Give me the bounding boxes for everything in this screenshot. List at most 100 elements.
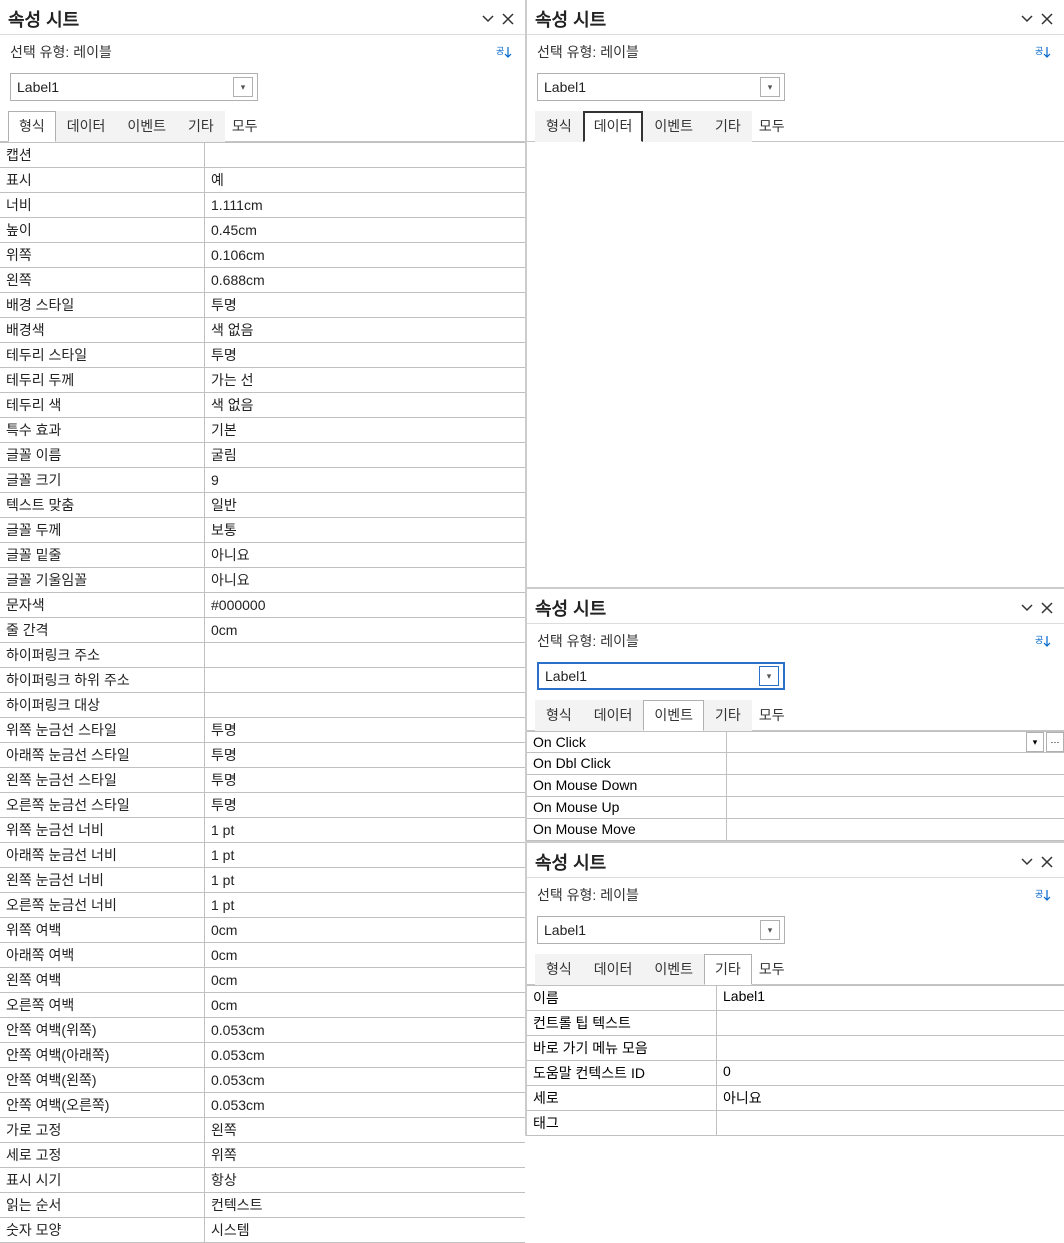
property-value[interactable]: 1 pt (205, 893, 525, 917)
chevron-down-icon[interactable]: ▾ (759, 666, 779, 686)
property-row[interactable]: 숫자 모양시스템 (0, 1218, 525, 1243)
property-row[interactable]: 글꼴 크기9 (0, 468, 525, 493)
property-value[interactable]: 위쪽 (205, 1143, 525, 1167)
property-value[interactable] (205, 668, 525, 692)
property-value[interactable]: 투명 (205, 793, 525, 817)
property-row[interactable]: 왼쪽 눈금선 너비1 pt (0, 868, 525, 893)
property-row[interactable]: 배경색색 없음 (0, 318, 525, 343)
event-value[interactable] (727, 797, 1064, 818)
property-value[interactable]: 0.45cm (205, 218, 525, 242)
close-icon[interactable] (1038, 599, 1056, 617)
property-row[interactable]: 테두리 스타일투명 (0, 343, 525, 368)
close-icon[interactable] (1038, 10, 1056, 28)
property-value[interactable]: 0 (717, 1061, 1064, 1085)
property-row[interactable]: 태그 (527, 1111, 1064, 1136)
property-row[interactable]: 배경 스타일투명 (0, 293, 525, 318)
property-row[interactable]: 위쪽 눈금선 너비1 pt (0, 818, 525, 843)
event-value[interactable] (727, 732, 1024, 752)
property-row[interactable]: 높이0.45cm (0, 218, 525, 243)
object-select[interactable]: Label1 ▾ (537, 73, 785, 101)
property-row[interactable]: 글꼴 밑줄아니요 (0, 543, 525, 568)
property-value[interactable]: 0.688cm (205, 268, 525, 292)
property-row[interactable]: 텍스트 맞춤일반 (0, 493, 525, 518)
property-value[interactable]: 1 pt (205, 818, 525, 842)
property-value[interactable]: 투명 (205, 718, 525, 742)
property-row[interactable]: 글꼴 이름굴림 (0, 443, 525, 468)
property-value[interactable]: 투명 (205, 293, 525, 317)
property-value[interactable]: 1.111cm (205, 193, 525, 217)
tab-event[interactable]: 이벤트 (643, 111, 704, 142)
property-value[interactable]: 아니요 (205, 543, 525, 567)
tab-data[interactable]: 데이터 (583, 111, 644, 142)
chevron-down-icon[interactable]: ▾ (760, 920, 780, 940)
property-row[interactable]: 하이퍼링크 주소 (0, 643, 525, 668)
property-row[interactable]: 하이퍼링크 대상 (0, 693, 525, 718)
property-row[interactable]: 줄 간격0cm (0, 618, 525, 643)
property-value[interactable]: 0cm (205, 918, 525, 942)
property-row[interactable]: 글꼴 기울임꼴아니요 (0, 568, 525, 593)
property-row[interactable]: 안쪽 여백(위쪽)0.053cm (0, 1018, 525, 1043)
property-value[interactable] (205, 643, 525, 667)
property-row[interactable]: 문자색#000000 (0, 593, 525, 618)
event-row[interactable]: On Click▾⋯ (527, 731, 1064, 753)
property-value[interactable]: 9 (205, 468, 525, 492)
property-value[interactable]: #000000 (205, 593, 525, 617)
event-value[interactable] (727, 753, 1064, 774)
property-row[interactable]: 하이퍼링크 하위 주소 (0, 668, 525, 693)
property-row[interactable]: 세로아니요 (527, 1086, 1064, 1111)
tab-etc[interactable]: 기타 (704, 700, 752, 731)
tab-all[interactable]: 모두 (752, 111, 792, 142)
tab-data[interactable]: 데이터 (56, 111, 117, 142)
property-row[interactable]: 왼쪽 여백0cm (0, 968, 525, 993)
property-row[interactable]: 왼쪽0.688cm (0, 268, 525, 293)
property-value[interactable] (205, 693, 525, 717)
property-row[interactable]: 아래쪽 눈금선 스타일투명 (0, 743, 525, 768)
close-icon[interactable] (499, 10, 517, 28)
object-select[interactable]: Label1 ▾ (10, 73, 258, 101)
event-row[interactable]: On Dbl Click (527, 753, 1064, 775)
property-value[interactable]: 기본 (205, 418, 525, 442)
property-value[interactable]: 0.106cm (205, 243, 525, 267)
property-row[interactable]: 위쪽 눈금선 스타일투명 (0, 718, 525, 743)
property-row[interactable]: 안쪽 여백(오른쪽)0.053cm (0, 1093, 525, 1118)
tab-etc[interactable]: 기타 (704, 111, 752, 142)
event-row[interactable]: On Mouse Up (527, 797, 1064, 819)
property-value[interactable]: 1 pt (205, 868, 525, 892)
property-value[interactable] (717, 1036, 1064, 1060)
property-value[interactable]: 컨텍스트 (205, 1193, 525, 1217)
event-row[interactable]: On Mouse Down (527, 775, 1064, 797)
tab-format[interactable]: 형식 (8, 111, 56, 142)
property-row[interactable]: 테두리 두께가는 선 (0, 368, 525, 393)
property-value[interactable]: 왼쪽 (205, 1118, 525, 1142)
property-row[interactable]: 표시예 (0, 168, 525, 193)
tab-etc[interactable]: 기타 (177, 111, 225, 142)
property-row[interactable]: 읽는 순서컨텍스트 (0, 1193, 525, 1218)
property-value[interactable] (205, 143, 525, 167)
minimize-icon[interactable] (1018, 10, 1036, 28)
sort-button[interactable]: 공 (493, 41, 515, 63)
minimize-icon[interactable] (1018, 853, 1036, 871)
property-value[interactable]: 0.053cm (205, 1043, 525, 1067)
property-value[interactable]: 0cm (205, 618, 525, 642)
property-value[interactable]: 0.053cm (205, 1093, 525, 1117)
dropdown-icon[interactable]: ▾ (1026, 732, 1044, 752)
sort-button[interactable]: 공 (1032, 884, 1054, 906)
property-row[interactable]: 왼쪽 눈금선 스타일투명 (0, 768, 525, 793)
property-row[interactable]: 세로 고정위쪽 (0, 1143, 525, 1168)
minimize-icon[interactable] (479, 10, 497, 28)
tab-data[interactable]: 데이터 (583, 700, 644, 731)
property-value[interactable]: 0cm (205, 943, 525, 967)
property-row[interactable]: 아래쪽 여백0cm (0, 943, 525, 968)
property-value[interactable]: 0.053cm (205, 1018, 525, 1042)
property-row[interactable]: 바로 가기 메뉴 모음 (527, 1036, 1064, 1061)
chevron-down-icon[interactable]: ▾ (760, 77, 780, 97)
property-value[interactable]: 0.053cm (205, 1068, 525, 1092)
property-value[interactable]: 일반 (205, 493, 525, 517)
tab-format[interactable]: 형식 (535, 700, 583, 731)
chevron-down-icon[interactable]: ▾ (233, 77, 253, 97)
tab-event[interactable]: 이벤트 (643, 954, 704, 985)
tab-etc[interactable]: 기타 (704, 954, 752, 985)
property-value[interactable]: 색 없음 (205, 318, 525, 342)
property-value[interactable]: 투명 (205, 743, 525, 767)
property-row[interactable]: 컨트롤 팁 텍스트 (527, 1011, 1064, 1036)
